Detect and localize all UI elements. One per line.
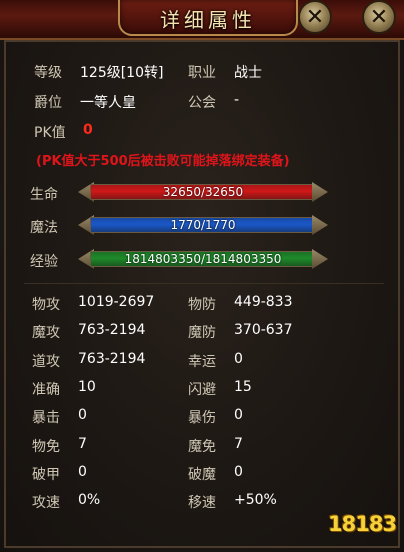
stat-value-left: 763-2194	[78, 350, 146, 367]
job-value: 战士	[234, 65, 262, 81]
exp-bar-track: 1814803350/1814803350	[90, 251, 316, 267]
stat-value-left: 0	[78, 407, 87, 424]
close-icon: ✕	[305, 4, 325, 30]
mp-bar-text: 1770/1770	[170, 218, 236, 232]
hp-bar: 32650/32650	[78, 181, 328, 203]
site-watermark: 18183	[328, 512, 397, 536]
mp-bar-track: 1770/1770	[90, 217, 316, 233]
stat-label-right: 闪避	[188, 381, 216, 398]
level-value: 125级[10转]	[80, 65, 164, 81]
title-bar: 详细属性 ✕ ✕	[0, 0, 404, 40]
hp-bar-track: 32650/32650	[90, 184, 316, 200]
stat-value-left: 763-2194	[78, 322, 146, 339]
stat-value-right: 449-833	[234, 294, 293, 310]
stat-label-left: 暴击	[32, 410, 60, 427]
pk-label: PK值	[34, 125, 66, 141]
pk-value: 0	[83, 122, 93, 138]
exp-label: 经验	[30, 254, 58, 270]
stat-label-left: 攻速	[32, 495, 60, 512]
close-button-left[interactable]: ✕	[298, 0, 332, 34]
stat-label-right: 魔防	[188, 325, 216, 342]
stat-label-left: 准确	[32, 381, 60, 398]
exp-bar-text: 1814803350/1814803350	[124, 252, 282, 266]
bar-cap-right	[312, 215, 328, 235]
stat-value-right: 0	[234, 407, 243, 424]
pk-warning: (PK值大于500后被击败可能掉落绑定装备)	[36, 154, 290, 169]
stat-value-left: 0%	[78, 492, 101, 509]
close-icon: ✕	[369, 4, 389, 30]
divider	[24, 283, 384, 284]
stat-label-left: 物攻	[32, 297, 60, 313]
rank-label: 爵位	[34, 95, 62, 111]
stat-value-right: 7	[234, 435, 243, 452]
close-button-right[interactable]: ✕	[362, 0, 396, 34]
rank-value: 一等人皇	[80, 95, 136, 111]
stat-label-left: 魔攻	[32, 325, 60, 342]
stat-value-right: 0	[234, 350, 243, 367]
guild-value: -	[234, 92, 240, 108]
stat-value-left: 0	[78, 463, 87, 480]
level-label: 等级	[34, 65, 62, 81]
attribute-panel: 详细属性 ✕ ✕ 等级 125级[10转] 职业 战士 爵位 一等人皇 公会 -…	[0, 0, 404, 552]
stat-value-right: 0	[234, 463, 243, 480]
stat-label-right: 物防	[188, 297, 216, 313]
stat-label-left: 物免	[32, 438, 60, 455]
stat-label-right: 破魔	[188, 466, 216, 483]
hp-bar-text: 32650/32650	[162, 185, 244, 199]
title-plaque: 详细属性	[118, 0, 298, 36]
mp-bar: 1770/1770	[78, 214, 328, 236]
window-title: 详细属性	[160, 8, 256, 32]
stat-label-right: 移速	[188, 495, 216, 512]
stat-value-right: 370-637	[234, 322, 293, 339]
stat-value-left: 7	[78, 435, 87, 452]
bar-cap-right	[312, 249, 328, 269]
stat-label-left: 破甲	[32, 466, 60, 483]
bar-cap-right	[312, 182, 328, 202]
stat-value-right: 15	[234, 378, 252, 395]
mp-label: 魔法	[30, 220, 58, 236]
stat-label-right: 暴伤	[188, 410, 216, 427]
exp-bar: 1814803350/1814803350	[78, 248, 328, 270]
hp-label: 生命	[30, 187, 58, 203]
stat-label-right: 魔免	[188, 438, 216, 455]
stat-value-left: 10	[78, 378, 96, 395]
stat-label-right: 幸运	[188, 353, 216, 370]
stat-label-left: 道攻	[32, 353, 60, 370]
stat-value-left: 1019-2697	[78, 294, 155, 310]
stat-value-right: +50%	[234, 492, 277, 509]
job-label: 职业	[188, 65, 216, 81]
guild-label: 公会	[188, 95, 216, 111]
